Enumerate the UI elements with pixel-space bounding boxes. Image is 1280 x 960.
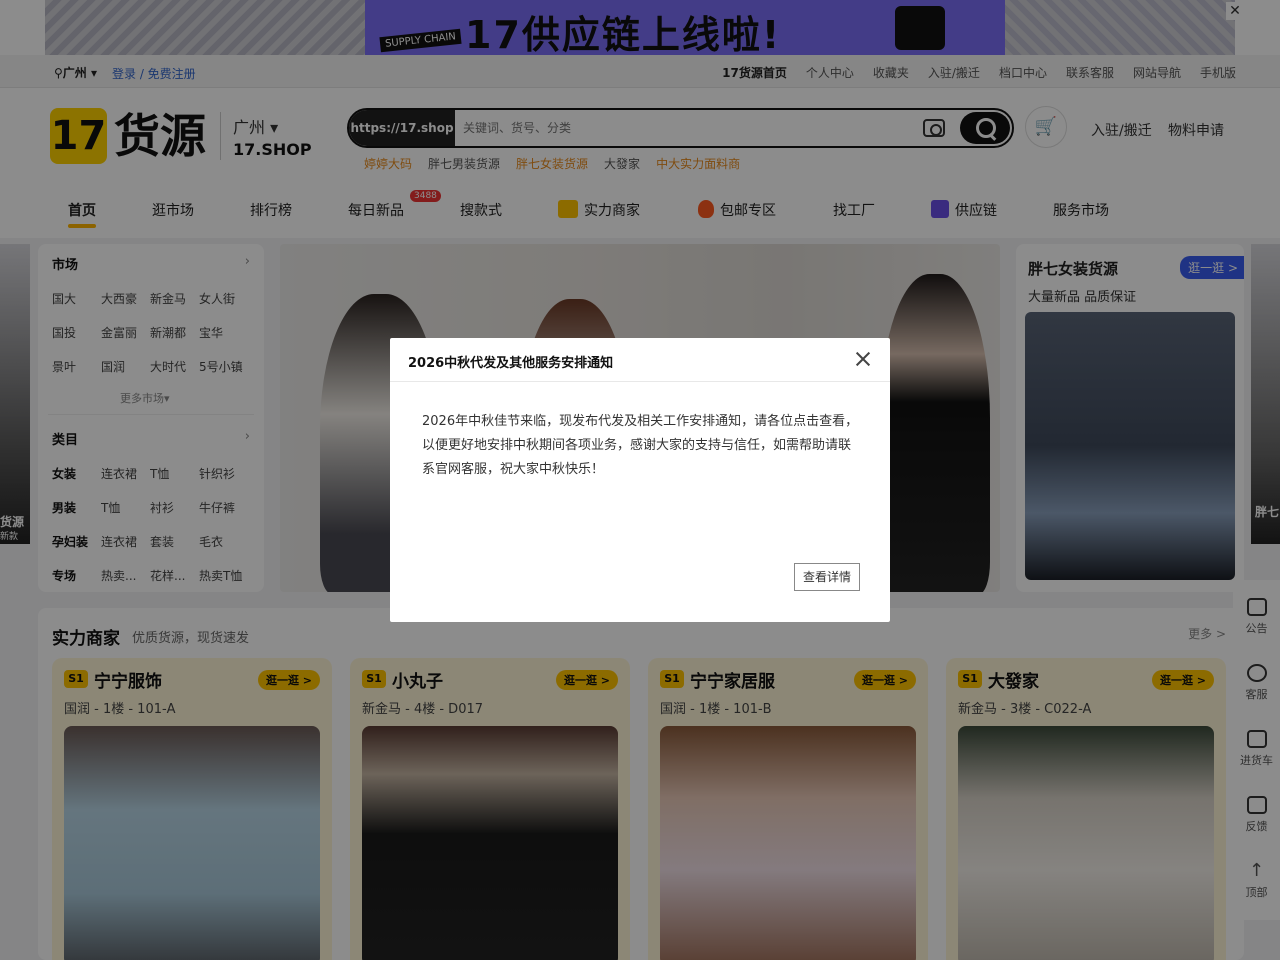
- view-details-button[interactable]: 查看详情: [794, 563, 860, 591]
- close-icon[interactable]: [852, 348, 874, 370]
- notice-modal: 2026中秋代发及其他服务安排通知 2026年中秋佳节来临，现发布代发及相关工作…: [390, 338, 890, 622]
- modal-title: 2026中秋代发及其他服务安排通知: [408, 356, 614, 371]
- modal-header: 2026中秋代发及其他服务安排通知: [390, 338, 890, 382]
- modal-body: 2026年中秋佳节来临，现发布代发及相关工作安排通知，请各位点击查看，以便更好地…: [422, 414, 859, 477]
